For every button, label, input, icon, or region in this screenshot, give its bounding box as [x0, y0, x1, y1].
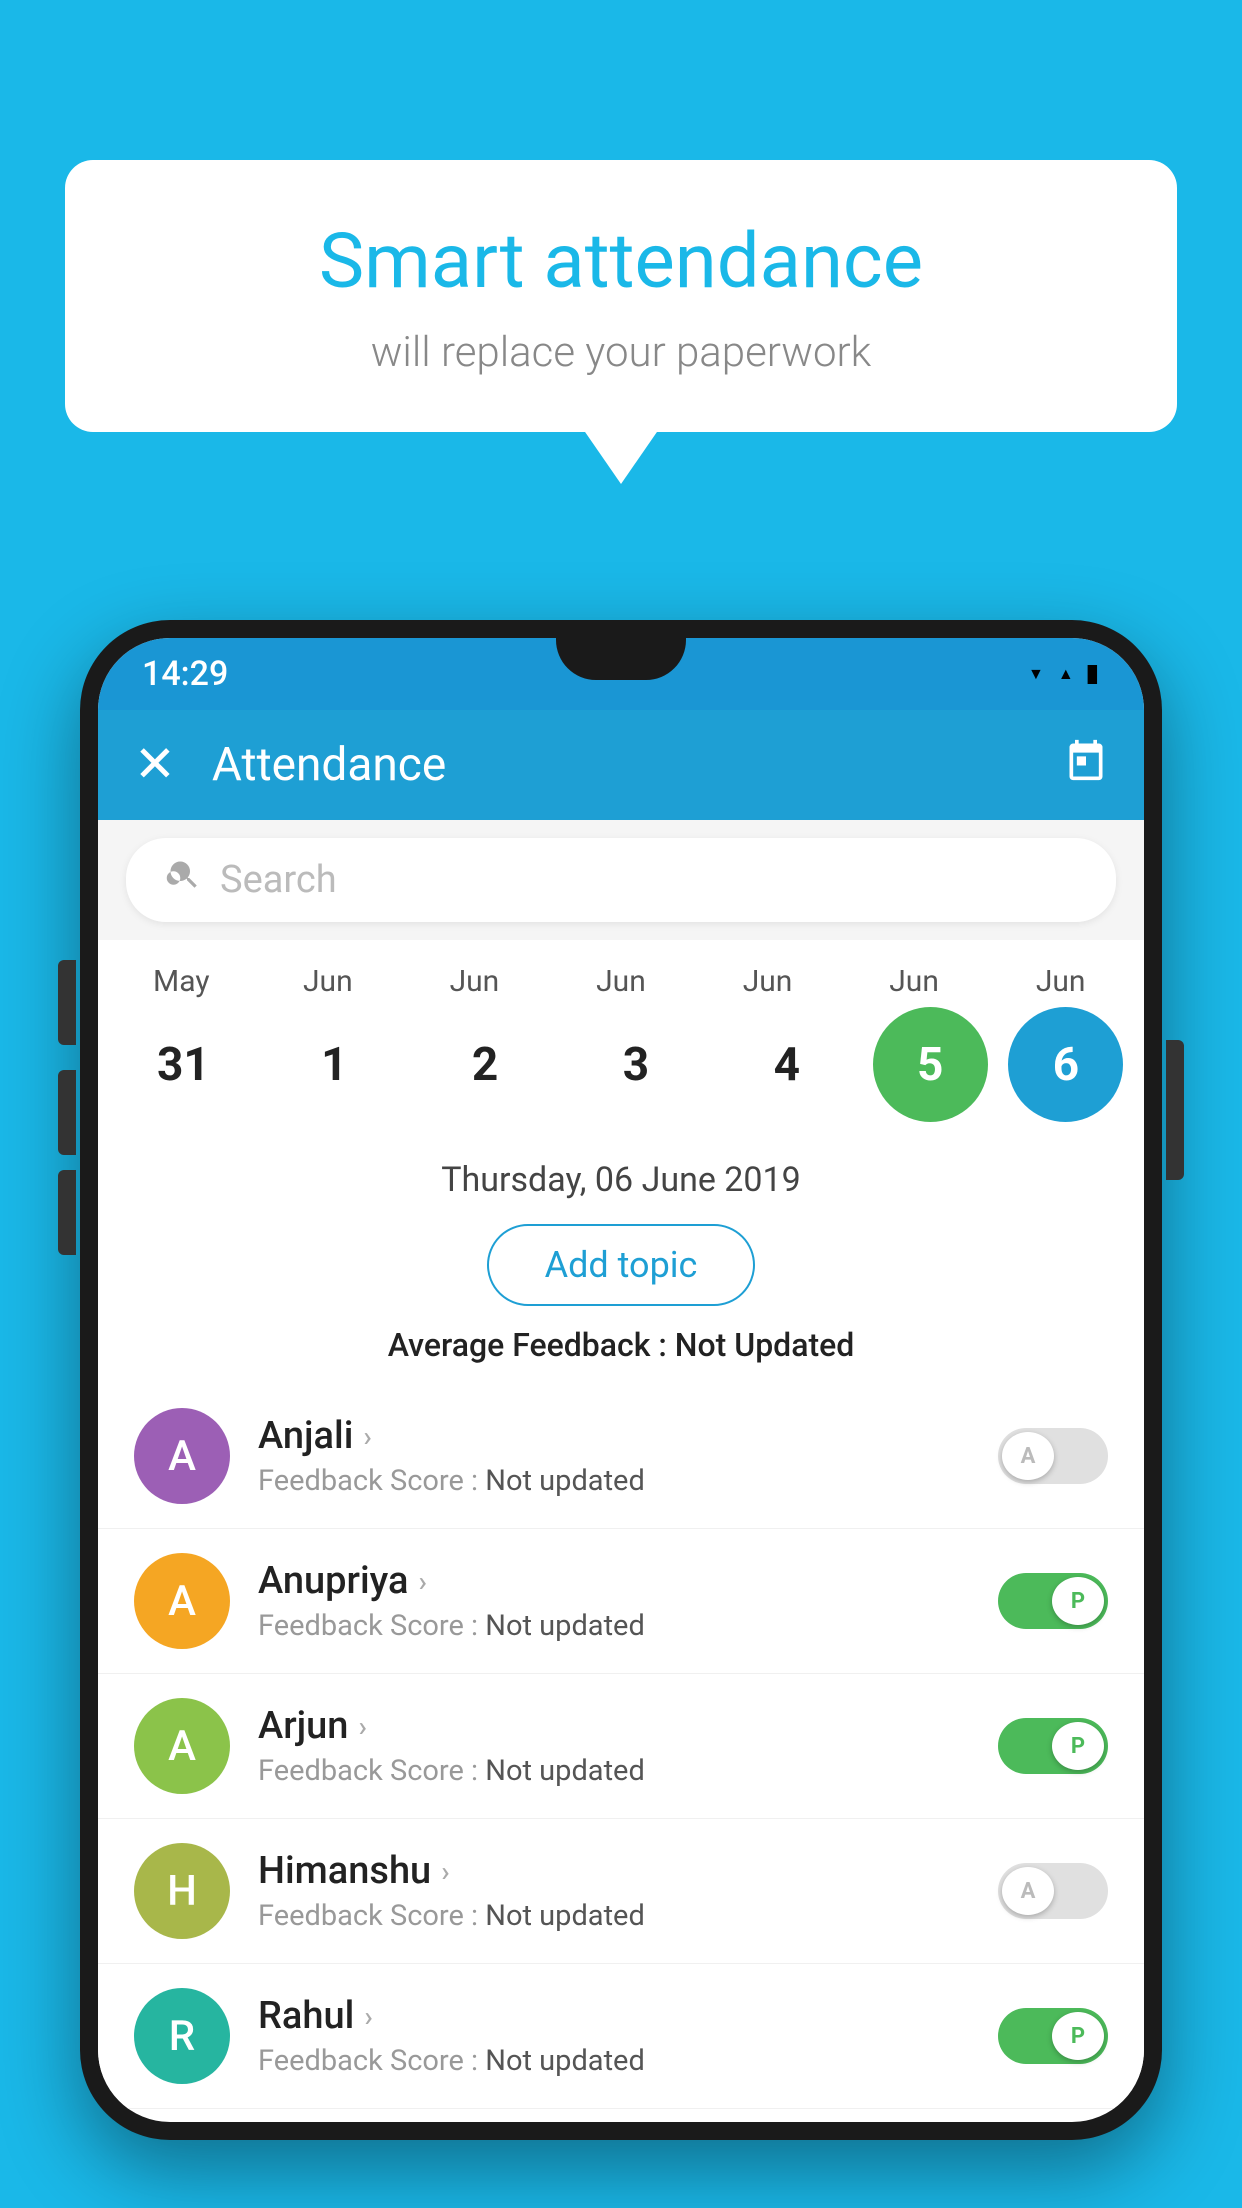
calendar-dates-row: 31 1 2 3 4 5 6 — [98, 1007, 1144, 1122]
student-avatar: A — [134, 1698, 230, 1794]
cal-month-4: Jun — [703, 964, 833, 999]
student-list: AAnjali ›Feedback Score : Not updatedAAA… — [98, 1384, 1144, 2109]
cal-day-1[interactable]: 1 — [269, 1007, 399, 1122]
phone-wrapper: 14:29 ▼ ▲ ▊ ✕ Attendance — [80, 620, 1162, 2208]
status-time: 14:29 — [142, 654, 228, 694]
close-button[interactable]: ✕ — [134, 740, 176, 790]
feedback-value: Not updated — [485, 1609, 645, 1643]
attendance-toggle[interactable]: P — [998, 2008, 1108, 2064]
search-input[interactable]: Search — [220, 858, 337, 902]
toggle-knob: A — [1002, 1432, 1054, 1480]
attendance-toggle[interactable]: P — [998, 1718, 1108, 1774]
chevron-icon: › — [363, 1420, 371, 1453]
chevron-icon: › — [364, 2000, 372, 2033]
student-feedback: Feedback Score : Not updated — [258, 1464, 970, 1498]
attendance-toggle-wrap: P — [998, 1718, 1108, 1774]
speech-bubble-container: Smart attendance will replace your paper… — [65, 160, 1177, 432]
calendar-strip: May Jun Jun Jun Jun Jun Jun 31 1 2 3 4 5… — [98, 940, 1144, 1140]
student-info: Rahul › Feedback Score : Not updated — [258, 1994, 970, 2078]
student-info: Anupriya › Feedback Score : Not updated — [258, 1559, 970, 1643]
cal-month-1: Jun — [263, 964, 393, 999]
cal-month-3: Jun — [556, 964, 686, 999]
phone-notch — [556, 638, 686, 680]
bubble-subtitle: will replace your paperwork — [115, 328, 1127, 377]
student-avatar: A — [134, 1553, 230, 1649]
toggle-knob: P — [1052, 1722, 1104, 1770]
chevron-icon: › — [418, 1565, 426, 1598]
battery-icon: ▊ — [1088, 665, 1100, 684]
avg-feedback-prefix: Average Feedback : — [388, 1326, 675, 1364]
attendance-toggle-wrap: P — [998, 1573, 1108, 1629]
cal-day-3[interactable]: 3 — [571, 1007, 701, 1122]
attendance-toggle[interactable]: P — [998, 1573, 1108, 1629]
chevron-icon: › — [358, 1710, 366, 1743]
search-icon — [166, 857, 202, 903]
signal-icon: ▲ — [1058, 664, 1074, 684]
student-feedback: Feedback Score : Not updated — [258, 1609, 970, 1643]
avg-feedback: Average Feedback : Not Updated — [98, 1326, 1144, 1384]
student-feedback: Feedback Score : Not updated — [258, 1754, 970, 1788]
wifi-icon: ▼ — [1028, 664, 1044, 684]
attendance-toggle-wrap: A — [998, 1863, 1108, 1919]
status-icons: ▼ ▲ ▊ — [1028, 664, 1100, 684]
student-row: A Arjun › Feedback Score : Not updated P — [98, 1674, 1144, 1819]
speech-bubble: Smart attendance will replace your paper… — [65, 160, 1177, 432]
chevron-icon: › — [441, 1855, 449, 1888]
add-topic-button[interactable]: Add topic — [487, 1224, 756, 1306]
student-name[interactable]: Anupriya › — [258, 1559, 970, 1603]
feedback-value: Not updated — [485, 1899, 645, 1933]
bubble-title: Smart attendance — [115, 220, 1127, 304]
cal-day-6[interactable]: 6 — [1008, 1007, 1123, 1122]
student-row: R Rahul › Feedback Score : Not updated P — [98, 1964, 1144, 2109]
avg-feedback-value: Not Updated — [675, 1326, 855, 1364]
phone-screen: 14:29 ▼ ▲ ▊ ✕ Attendance — [98, 638, 1144, 2122]
attendance-toggle-wrap: A — [998, 1428, 1108, 1484]
attendance-toggle[interactable]: A — [998, 1428, 1108, 1484]
student-feedback: Feedback Score : Not updated — [258, 2044, 970, 2078]
student-name[interactable]: Himanshu › — [258, 1849, 970, 1893]
student-row: H Himanshu › Feedback Score : Not updated A — [98, 1819, 1144, 1964]
student-info: Himanshu › Feedback Score : Not updated — [258, 1849, 970, 1933]
app-toolbar: ✕ Attendance — [98, 710, 1144, 820]
student-name[interactable]: Arjun › — [258, 1704, 970, 1748]
toggle-knob: P — [1052, 2012, 1104, 2060]
cal-day-5[interactable]: 5 — [873, 1007, 988, 1122]
toggle-knob: A — [1002, 1867, 1054, 1915]
attendance-toggle-wrap: P — [998, 2008, 1108, 2064]
student-row: A Anjali › Feedback Score : Not updated A — [98, 1384, 1144, 1529]
student-avatar: R — [134, 1988, 230, 2084]
feedback-value: Not updated — [485, 1754, 645, 1788]
search-container: Search — [98, 820, 1144, 940]
search-bar[interactable]: Search — [126, 838, 1116, 922]
cal-month-6: Jun — [996, 964, 1126, 999]
calendar-icon[interactable] — [1064, 738, 1108, 793]
student-info: Arjun › Feedback Score : Not updated — [258, 1704, 970, 1788]
cal-day-0[interactable]: 31 — [118, 1007, 248, 1122]
cal-month-2: Jun — [409, 964, 539, 999]
feedback-value: Not updated — [485, 2044, 645, 2078]
student-feedback: Feedback Score : Not updated — [258, 1899, 970, 1933]
attendance-toggle[interactable]: A — [998, 1863, 1108, 1919]
phone-outer: 14:29 ▼ ▲ ▊ ✕ Attendance — [80, 620, 1162, 2140]
student-info: Anjali › Feedback Score : Not updated — [258, 1414, 970, 1498]
toggle-knob: P — [1052, 1577, 1104, 1625]
feedback-value: Not updated — [485, 1464, 645, 1498]
add-topic-section: Add topic — [98, 1216, 1144, 1326]
cal-day-4[interactable]: 4 — [722, 1007, 852, 1122]
student-name[interactable]: Anjali › — [258, 1414, 970, 1458]
cal-day-2[interactable]: 2 — [420, 1007, 550, 1122]
student-name[interactable]: Rahul › — [258, 1994, 970, 2038]
student-avatar: H — [134, 1843, 230, 1939]
cal-month-5: Jun — [849, 964, 979, 999]
student-avatar: A — [134, 1408, 230, 1504]
cal-month-0: May — [116, 964, 246, 999]
student-row: A Anupriya › Feedback Score : Not updated P — [98, 1529, 1144, 1674]
calendar-months-row: May Jun Jun Jun Jun Jun Jun — [98, 964, 1144, 999]
toolbar-title: Attendance — [212, 738, 1064, 792]
selected-date-label: Thursday, 06 June 2019 — [98, 1140, 1144, 1216]
